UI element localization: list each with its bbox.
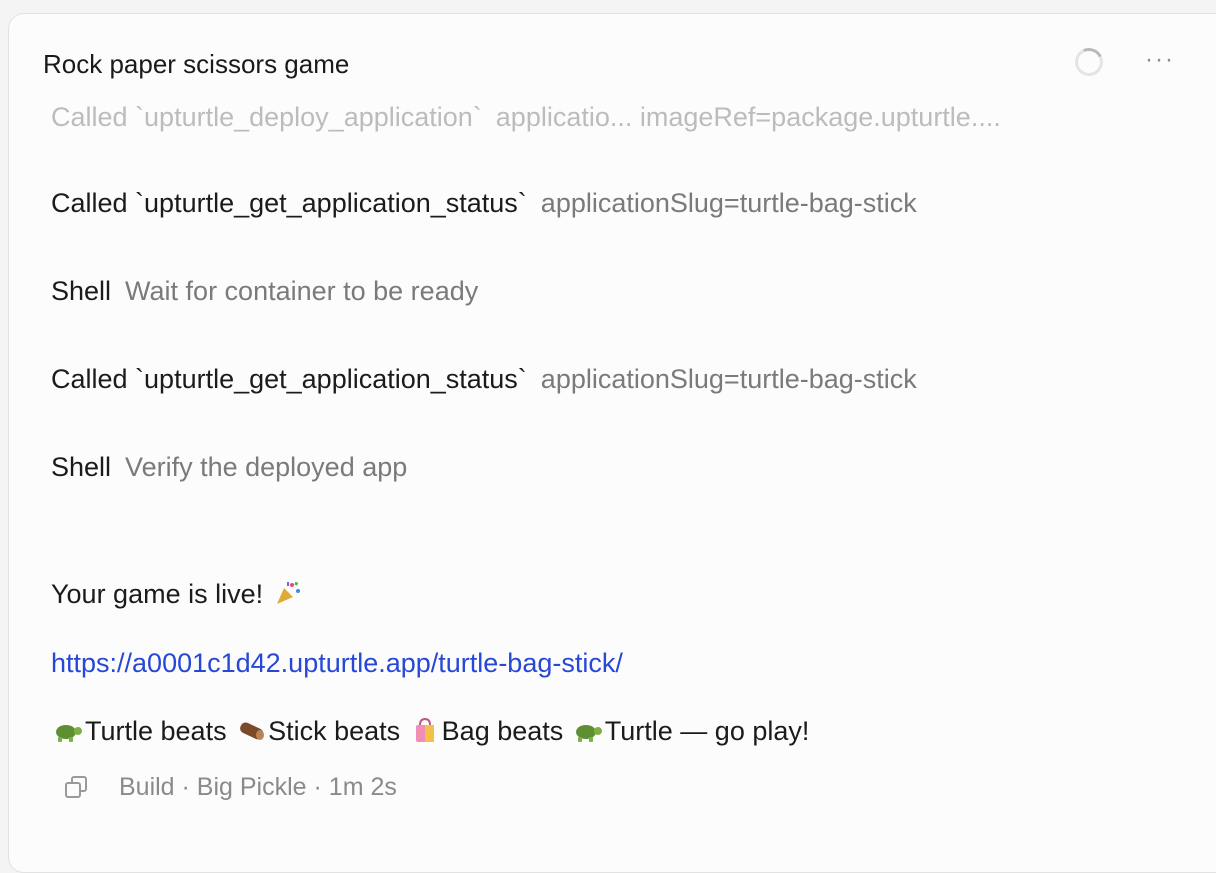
rule-text-2: Stick beats xyxy=(268,716,401,746)
tool-call-row[interactable]: Called `upturtle_deploy_application` appl… xyxy=(51,100,1001,134)
deployed-link-line: https://a0001c1d42.upturtle.app/turtle-b… xyxy=(51,646,623,680)
stick-icon xyxy=(236,717,266,743)
rule-text-4: Turtle — go play! xyxy=(604,716,810,746)
loading-spinner-icon xyxy=(1071,44,1107,80)
tool-call-args: applicationSlug=turtle-bag-stick xyxy=(540,364,917,394)
tool-call-args: applicatio... imageRef=package.upturtle.… xyxy=(495,102,1001,132)
deployed-app-link[interactable]: https://a0001c1d42.upturtle.app/turtle-b… xyxy=(51,648,623,678)
live-message: Your game is live! xyxy=(51,577,305,611)
chat-panel: Rock paper scissors game ··· Called `upt… xyxy=(8,13,1216,873)
tool-call-name: Called `upturtle_get_application_status` xyxy=(51,364,527,394)
turtle-icon xyxy=(573,717,603,743)
message-meta: Build · Big Pickle · 1m 2s xyxy=(63,771,397,803)
shell-label: Shell xyxy=(51,276,112,306)
tool-call-name: Called `upturtle_deploy_application` xyxy=(51,102,482,132)
tool-call-row[interactable]: Called `upturtle_get_application_status`… xyxy=(51,362,917,396)
conversation-title: Rock paper scissors game xyxy=(43,49,350,79)
meta-text: Build · Big Pickle · 1m 2s xyxy=(119,773,397,801)
rule-text-1: Turtle beats xyxy=(85,716,227,746)
shopping-bag-icon xyxy=(410,717,440,743)
more-options-button[interactable]: ··· xyxy=(1145,44,1175,76)
shell-row[interactable]: Shell Wait for container to be ready xyxy=(51,274,478,308)
turtle-icon xyxy=(53,717,83,743)
tool-call-args: applicationSlug=turtle-bag-stick xyxy=(540,188,917,218)
shell-label: Shell xyxy=(51,452,112,482)
shell-description: Verify the deployed app xyxy=(125,452,408,482)
game-rules-line: Turtle beats Stick beats Bag beats Turtl… xyxy=(51,714,809,748)
tool-call-row[interactable]: Called `upturtle_get_application_status`… xyxy=(51,186,917,220)
shell-row[interactable]: Shell Verify the deployed app xyxy=(51,450,407,484)
shell-description: Wait for container to be ready xyxy=(125,276,479,306)
tool-call-name: Called `upturtle_get_application_status` xyxy=(51,188,527,218)
copy-icon[interactable] xyxy=(63,774,89,800)
rule-text-3: Bag beats xyxy=(441,716,564,746)
live-text: Your game is live! xyxy=(51,579,264,609)
party-popper-icon xyxy=(273,580,303,606)
